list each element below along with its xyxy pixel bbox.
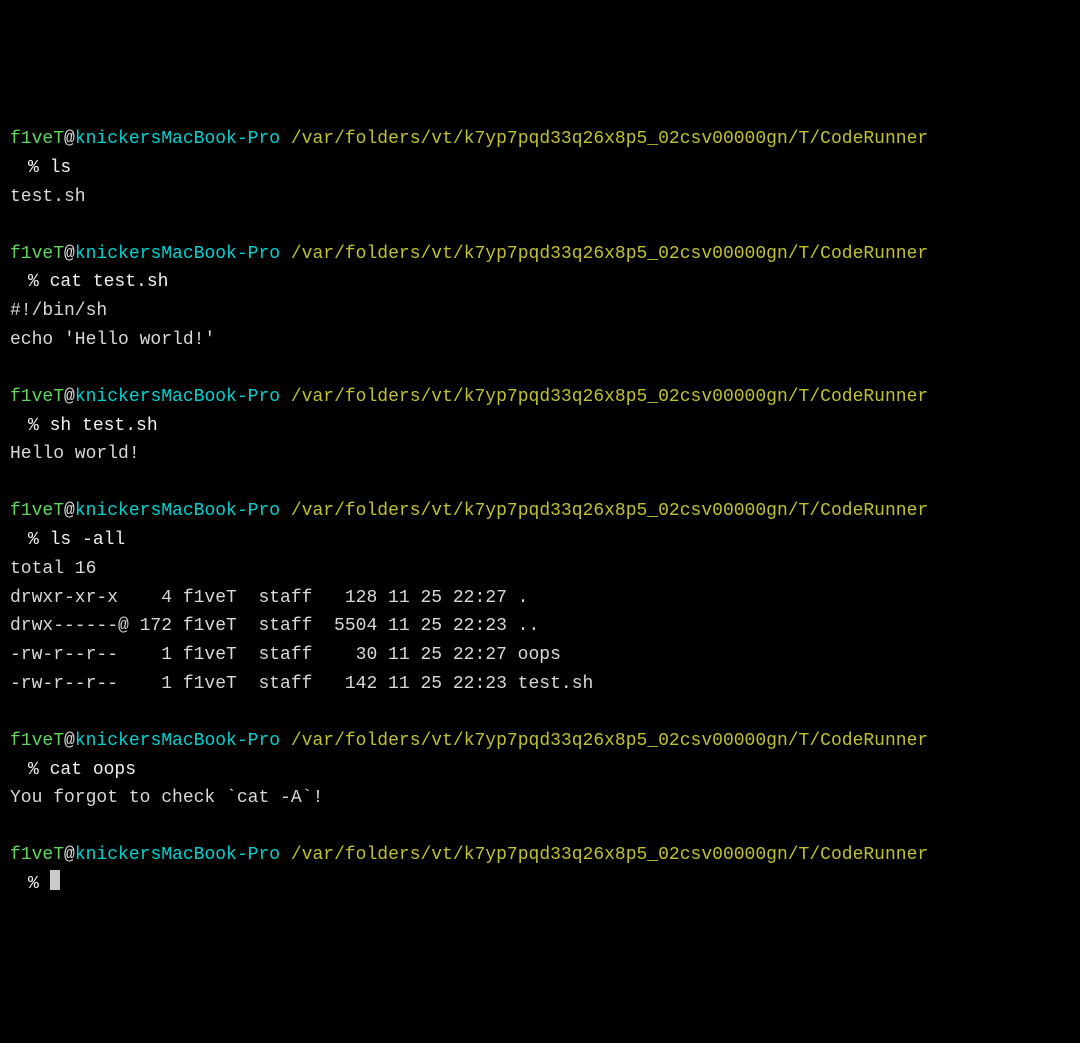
command-line[interactable]: % ls -all [10,526,1070,555]
prompt-header: f1veT@knickersMacBook-Pro /var/folders/v… [10,841,1070,870]
prompt-host: knickersMacBook-Pro [75,129,280,149]
output-line: -rw-r--r-- 1 f1veT staff 142 11 25 22:23… [10,670,1070,699]
prompt-path: /var/folders/vt/k7yp7pqd33q26x8p5_02csv0… [291,387,928,407]
command-text: ls [50,158,72,178]
prompt-at: @ [64,387,75,407]
prompt-header: f1veT@knickersMacBook-Pro /var/folders/v… [10,240,1070,269]
command-block: f1veT@knickersMacBook-Pro /var/folders/v… [10,383,1070,469]
prompt-user: f1veT [10,731,64,751]
prompt-symbol: % [28,874,50,894]
prompt-at: @ [64,501,75,521]
prompt-path: /var/folders/vt/k7yp7pqd33q26x8p5_02csv0… [291,845,928,865]
prompt-at: @ [64,244,75,264]
prompt-header: f1veT@knickersMacBook-Pro /var/folders/v… [10,125,1070,154]
prompt-path: /var/folders/vt/k7yp7pqd33q26x8p5_02csv0… [291,129,928,149]
command-line[interactable]: % sh test.sh [10,412,1070,441]
prompt-symbol: % [28,416,50,436]
output-line: Hello world! [10,440,1070,469]
command-block: f1veT@knickersMacBook-Pro /var/folders/v… [10,727,1070,813]
prompt-host: knickersMacBook-Pro [75,244,280,264]
prompt-at: @ [64,129,75,149]
command-block: f1veT@knickersMacBook-Pro /var/folders/v… [10,841,1070,899]
command-text: cat test.sh [50,272,169,292]
prompt-path: /var/folders/vt/k7yp7pqd33q26x8p5_02csv0… [291,501,928,521]
prompt-symbol: % [28,272,50,292]
command-text: ls -all [50,530,126,550]
command-line[interactable]: % cat test.sh [10,268,1070,297]
prompt-user: f1veT [10,387,64,407]
output-line: drwx------@ 172 f1veT staff 5504 11 25 2… [10,612,1070,641]
output-line: test.sh [10,183,1070,212]
prompt-user: f1veT [10,129,64,149]
output-line: You forgot to check `cat -A`! [10,784,1070,813]
command-line[interactable]: % ls [10,154,1070,183]
prompt-header: f1veT@knickersMacBook-Pro /var/folders/v… [10,727,1070,756]
command-block: f1veT@knickersMacBook-Pro /var/folders/v… [10,240,1070,355]
output-line: drwxr-xr-x 4 f1veT staff 128 11 25 22:27… [10,584,1070,613]
prompt-host: knickersMacBook-Pro [75,731,280,751]
prompt-user: f1veT [10,501,64,521]
command-line[interactable]: % cat oops [10,756,1070,785]
cursor [50,870,60,890]
prompt-at: @ [64,845,75,865]
prompt-user: f1veT [10,244,64,264]
terminal-window[interactable]: f1veT@knickersMacBook-Pro /var/folders/v… [10,125,1070,899]
prompt-symbol: % [28,760,50,780]
output-line: #!/bin/sh [10,297,1070,326]
prompt-host: knickersMacBook-Pro [75,501,280,521]
prompt-header: f1veT@knickersMacBook-Pro /var/folders/v… [10,383,1070,412]
command-line[interactable]: % [10,870,1070,899]
prompt-path: /var/folders/vt/k7yp7pqd33q26x8p5_02csv0… [291,244,928,264]
output-line: total 16 [10,555,1070,584]
prompt-at: @ [64,731,75,751]
output-line: echo 'Hello world!' [10,326,1070,355]
prompt-symbol: % [28,158,50,178]
command-text: cat oops [50,760,136,780]
prompt-host: knickersMacBook-Pro [75,387,280,407]
prompt-host: knickersMacBook-Pro [75,845,280,865]
prompt-symbol: % [28,530,50,550]
output-line: -rw-r--r-- 1 f1veT staff 30 11 25 22:27 … [10,641,1070,670]
prompt-header: f1veT@knickersMacBook-Pro /var/folders/v… [10,497,1070,526]
command-block: f1veT@knickersMacBook-Pro /var/folders/v… [10,125,1070,211]
command-text: sh test.sh [50,416,158,436]
prompt-user: f1veT [10,845,64,865]
command-block: f1veT@knickersMacBook-Pro /var/folders/v… [10,497,1070,699]
prompt-path: /var/folders/vt/k7yp7pqd33q26x8p5_02csv0… [291,731,928,751]
